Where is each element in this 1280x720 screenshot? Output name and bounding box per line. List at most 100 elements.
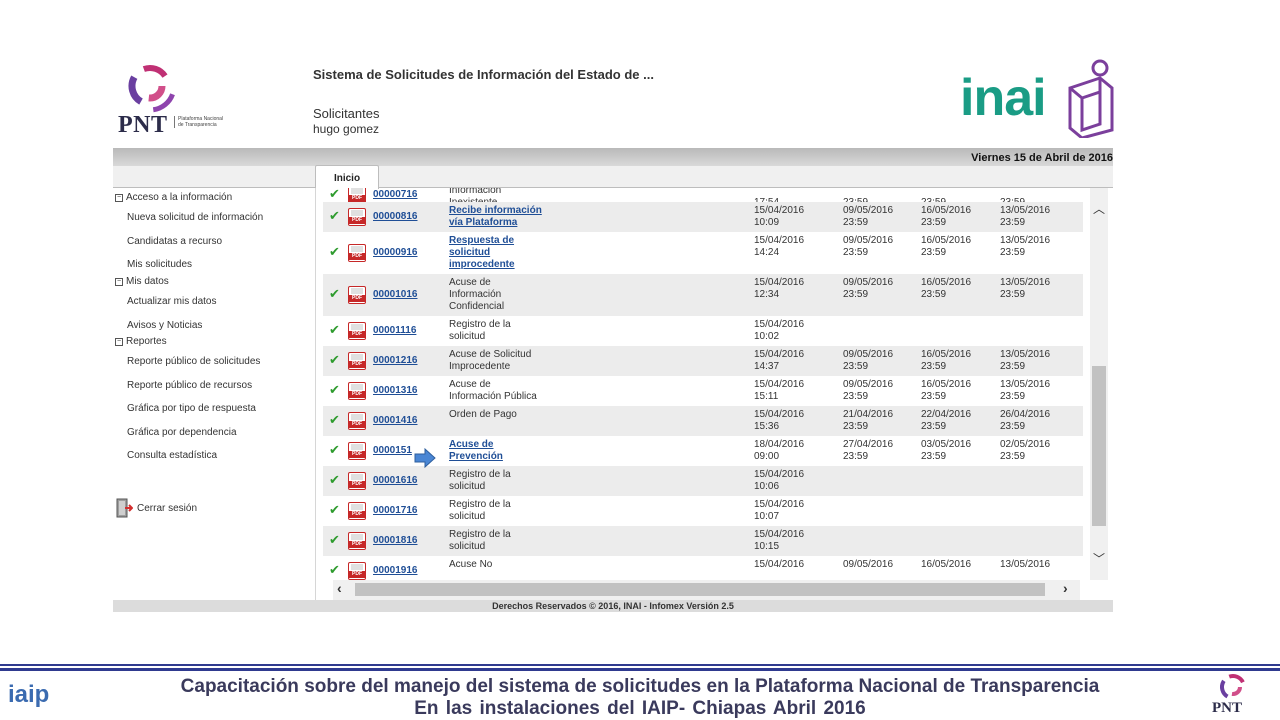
pdf-icon[interactable]: PDF — [348, 322, 366, 340]
system-title: Sistema de Solicitudes de Información de… — [313, 67, 654, 82]
pdf-icon[interactable]: PDF — [348, 208, 366, 226]
date-cell-line: 14:37 — [754, 361, 780, 372]
pdf-icon[interactable]: PDF — [348, 442, 366, 460]
description-line: improcedente — [449, 259, 515, 270]
date-cell-c1: 18/04/2016 09:00 — [754, 439, 804, 463]
sidebar-item-grafica-dependencia[interactable]: Gráfica por dependencia — [127, 427, 237, 438]
date-cell-line: 23:59 — [921, 217, 947, 228]
sidebar-item-avisos[interactable]: Avisos y Noticias — [127, 320, 202, 331]
date-cell-line: 02/05/2016 — [1000, 439, 1051, 450]
expand-icon: − — [115, 337, 123, 346]
pdf-icon[interactable]: PDF — [348, 352, 366, 370]
slide-caption-line1: Capacitación sobre del manejo del sistem… — [180, 676, 1100, 697]
folio-link[interactable]: 00001916 — [373, 565, 418, 576]
date-cell-line: 09/05/2016 — [843, 559, 894, 570]
table-row: ✔ PDF 00001916 Acuse No 15/04/2016 09/05/2016… — [323, 556, 1083, 580]
logout-button[interactable]: Cerrar sesión — [115, 498, 197, 518]
date-cell-line: 23:59 — [843, 421, 869, 432]
sidebar-section-label: Mis datos — [126, 276, 169, 287]
scroll-down-icon[interactable]: ﹀ — [1093, 550, 1105, 567]
date-cell-c1: 15/04/2016 10:02 — [754, 319, 804, 343]
date-cell-line: 09/05/2016 — [843, 379, 894, 390]
folio-link[interactable]: 00000916 — [373, 247, 418, 258]
table-row: ✔ PDF 00001016 Acuse de Información Confidenc… — [323, 274, 1083, 316]
date-cell-line: 27/04/2016 — [843, 439, 894, 450]
folio-link[interactable]: 00001116 — [373, 325, 416, 336]
date-cell-line — [754, 571, 804, 580]
description-line: Registro de la — [449, 529, 511, 540]
date-cell-line: 13/05/2016 — [1000, 235, 1051, 246]
table-row: ✔ PDF 00001716 Registro de la solicitud 15/04… — [323, 496, 1083, 526]
folio-link[interactable]: 00001416 — [373, 415, 418, 426]
sidebar-item-candidatas[interactable]: Candidatas a recurso — [127, 236, 222, 247]
date-cell-c4: 13/05/2016 — [1000, 559, 1050, 580]
sidebar-section-label: Acceso a la información — [126, 192, 233, 203]
description-line: Acuse No — [449, 559, 493, 570]
vertical-scroll-thumb[interactable] — [1092, 366, 1106, 526]
tab-inicio[interactable]: Inicio — [315, 165, 379, 189]
folio-link[interactable]: 00000816 — [373, 211, 418, 222]
description-line: Acuse de — [449, 277, 491, 288]
date-cell-line: 23:59 — [843, 361, 869, 372]
pdf-icon[interactable]: PDF — [348, 382, 366, 400]
pnt-logo-text: PNT — [118, 112, 168, 138]
pdf-icon[interactable]: PDF — [348, 412, 366, 430]
date-cell-line: 14:24 — [754, 247, 780, 258]
sidebar-item-actualizar-datos[interactable]: Actualizar mis datos — [127, 296, 216, 307]
pdf-icon[interactable]: PDF — [348, 472, 366, 490]
sidebar-item-reporte-solicitudes[interactable]: Reporte público de solicitudes — [127, 356, 260, 367]
date-cell-c1: 15/04/2016 — [754, 559, 804, 580]
pdf-icon[interactable]: PDF — [348, 532, 366, 550]
table-row: ✔ PDF 00001416 Orden de Pago 15/04/2016 15:36… — [323, 406, 1083, 436]
sidebar-section-reportes[interactable]: − Reportes — [115, 336, 167, 347]
sidebar-section-label: Reportes — [126, 336, 167, 347]
pdf-icon[interactable]: PDF — [348, 244, 366, 262]
folio-link[interactable]: 00001016 — [373, 289, 418, 300]
date-cell-line: 15:36 — [754, 421, 780, 432]
sidebar-section-acceso[interactable]: − Acceso a la información — [115, 192, 232, 203]
inai-figure-icon — [1068, 59, 1114, 138]
date-cell-line: 23:59 — [921, 289, 947, 300]
description-line: Prevención — [449, 451, 503, 462]
logout-label: Cerrar sesión — [137, 502, 198, 514]
date-cell-line: 15/04/2016 — [754, 277, 805, 288]
folio-link[interactable]: 00001216 — [373, 355, 418, 366]
footer-rule — [0, 664, 1280, 666]
folio-link[interactable]: 00001716 — [373, 505, 418, 516]
pdf-icon[interactable]: PDF — [348, 286, 366, 304]
sidebar-item-consulta-estadistica[interactable]: Consulta estadística — [127, 450, 217, 461]
pdf-icon[interactable]: PDF — [348, 562, 366, 580]
description-link[interactable]: Respuesta de solicitud improcedente — [449, 235, 559, 271]
date-cell-line: 16/05/2016 — [921, 277, 972, 288]
folio-link[interactable]: 00001316 — [373, 385, 418, 396]
folio-link[interactable]: 00000716 — [373, 189, 418, 200]
vertical-scrollbar[interactable]: ︿ ﹀ — [1090, 188, 1108, 580]
check-icon: ✔ — [329, 286, 340, 301]
description-link[interactable]: Acuse de Prevención — [449, 439, 559, 463]
scroll-right-icon[interactable]: › — [1063, 580, 1068, 596]
horizontal-scrollbar[interactable]: ‹ › — [333, 580, 1080, 600]
check-icon: ✔ — [329, 382, 340, 397]
sidebar-item-nueva-solicitud[interactable]: Nueva solicitud de información — [127, 212, 263, 223]
copyright-footer: Derechos Reservados © 2016, INAI - Infom… — [113, 600, 1113, 612]
description: Acuse de Información Pública — [449, 379, 559, 403]
pdf-icon[interactable]: PDF — [348, 502, 366, 520]
folio-link[interactable]: 00001816 — [373, 535, 418, 546]
folio-link[interactable]: 00001616 — [373, 475, 418, 486]
sidebar-item-reporte-recursos[interactable]: Reporte público de recursos — [127, 380, 252, 391]
date-cell-line: 23:59 — [843, 217, 869, 228]
description-line: Recibe información — [449, 205, 542, 216]
description: Acuse de Solicitud Improcedente — [449, 349, 559, 373]
sidebar-item-grafica-respuesta[interactable]: Gráfica por tipo de respuesta — [127, 403, 256, 414]
description-line: Acuse de Solicitud — [449, 349, 532, 360]
description-link[interactable]: Recibe información vía Plataforma — [449, 205, 559, 229]
scroll-left-icon[interactable]: ‹ — [337, 580, 342, 596]
requests-table: ✔PDF00000716InformaciónInexistente17:542… — [323, 188, 1090, 580]
description-line: solicitud — [449, 511, 486, 522]
horizontal-scroll-thumb[interactable] — [355, 583, 1045, 596]
folio-link[interactable]: 0000151 — [373, 445, 412, 456]
scroll-up-icon[interactable]: ︿ — [1093, 200, 1105, 217]
sidebar-section-mis-datos[interactable]: − Mis datos — [115, 276, 169, 287]
date-cell-line: 16/05/2016 — [921, 349, 972, 360]
sidebar-item-mis-solicitudes[interactable]: Mis solicitudes — [127, 259, 192, 270]
